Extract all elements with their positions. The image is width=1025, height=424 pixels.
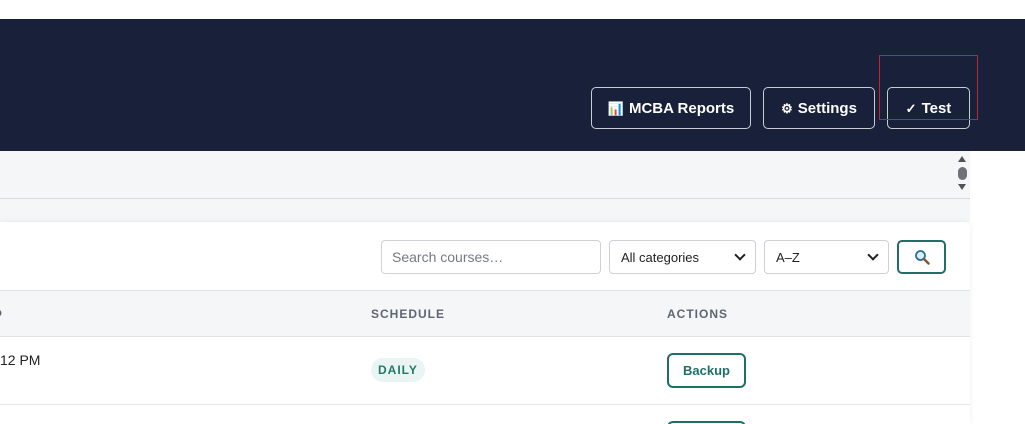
search-courses-input[interactable] — [381, 240, 601, 274]
mcba-reports-button[interactable]: 📊 MCBA Reports — [591, 87, 751, 129]
backup-button[interactable]: Backup — [667, 353, 746, 388]
content-gap — [0, 199, 970, 222]
scroll-thumb[interactable] — [958, 167, 967, 180]
test-label: Test — [921, 99, 952, 117]
row-time-cell: 12 PM — [0, 352, 41, 368]
gear-icon: ⚙ — [781, 100, 793, 116]
chevron-down-icon — [867, 249, 879, 261]
column-header-schedule[interactable]: SCHEDULE — [371, 307, 445, 321]
column-header-actions: ACTIONS — [667, 307, 728, 321]
top-header: 📊 MCBA Reports ⚙ Settings ✓ Test — [0, 19, 1025, 151]
subheader-bar — [0, 151, 970, 199]
schedule-badge: DAILY — [371, 358, 425, 382]
bar-chart-icon: 📊 — [607, 100, 624, 116]
search-button[interactable] — [897, 240, 946, 274]
sort-indicator-icon — [0, 310, 2, 316]
category-select-value: All categories — [621, 249, 700, 265]
settings-label: Settings — [797, 99, 857, 117]
chevron-down-icon — [734, 249, 746, 261]
settings-button[interactable]: ⚙ Settings — [763, 87, 875, 129]
scroll-down-icon[interactable] — [958, 184, 966, 190]
table-row: 12 PM DAILY Backup — [0, 337, 970, 405]
table-header: SCHEDULE ACTIONS — [0, 290, 970, 337]
scroll-up-icon[interactable] — [958, 156, 966, 162]
check-icon: ✓ — [905, 100, 917, 116]
scrollbar[interactable] — [955, 154, 969, 194]
sort-select-value: A–Z — [776, 249, 800, 265]
mcba-reports-label: MCBA Reports — [628, 99, 735, 117]
courses-panel: All categories A–Z SCHEDULE ACTIONS 12 P… — [0, 222, 970, 424]
test-button[interactable]: ✓ Test — [887, 87, 970, 129]
magnifier-icon — [914, 250, 930, 265]
category-select[interactable]: All categories — [609, 240, 756, 274]
sort-select[interactable]: A–Z — [764, 240, 889, 274]
